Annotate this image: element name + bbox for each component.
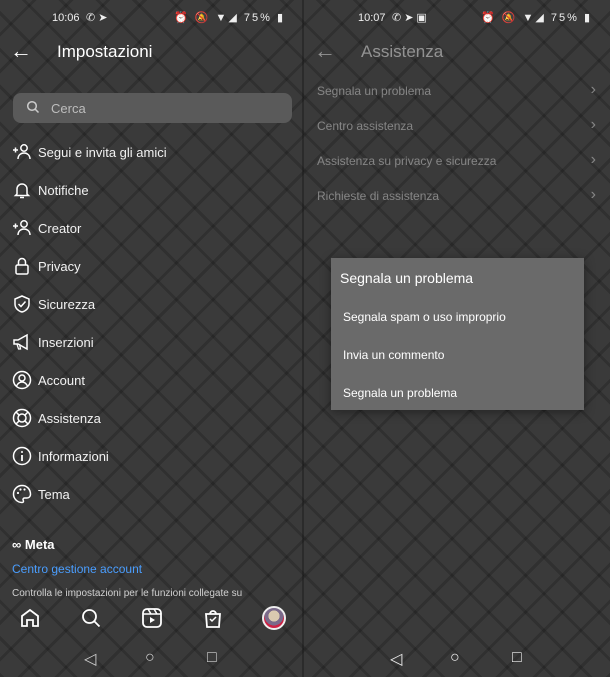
report-problem-dialog: Segnala un problema Segnala spam o uso i… <box>331 258 584 410</box>
help-item-support-requests[interactable]: Richieste di assistenza › <box>304 177 610 212</box>
profile-avatar[interactable] <box>262 606 286 630</box>
menu-item-ads[interactable]: Inserzioni <box>0 323 303 361</box>
bell-icon <box>13 183 31 199</box>
info-icon <box>12 446 32 466</box>
menu-item-security[interactable]: Sicurezza <box>0 285 303 323</box>
menu-item-label: Notifiche <box>38 183 89 198</box>
system-icons: ⏰ 🔕 ▼◢ 75% ▮ <box>480 12 592 24</box>
nav-recents-icon[interactable]: □ <box>512 649 522 667</box>
status-time: 10:07 <box>358 12 386 24</box>
system-nav-bar: ◁ ○ □ <box>304 643 610 673</box>
status-bar: 10:06 ✆➤ ⏰ 🔕 ▼◢ 75% ▮ <box>0 10 303 28</box>
chevron-right-icon: › <box>590 81 596 98</box>
menu-item-label: Informazioni <box>38 449 109 464</box>
search-tab-icon[interactable] <box>79 606 103 630</box>
menu-item-info[interactable]: Informazioni <box>0 437 303 475</box>
account-center-description: Controlla le impostazioni per le funzion… <box>12 588 243 599</box>
dialog-title: Segnala un problema <box>340 270 474 286</box>
search-input[interactable]: Cerca <box>13 93 292 123</box>
account-icon <box>12 370 32 390</box>
search-placeholder: Cerca <box>51 101 86 116</box>
help-item-report-problem[interactable]: Segnala un problema › <box>304 72 610 107</box>
menu-item-follow-invite[interactable]: Segui e invita gli amici <box>0 133 303 171</box>
nav-recents-icon[interactable]: □ <box>207 649 217 667</box>
option-send-feedback[interactable]: Invia un commento <box>343 348 444 362</box>
option-report-problem[interactable]: Segnala un problema <box>343 386 457 400</box>
status-time: 10:06 <box>52 12 80 24</box>
screenshot-stage: 10:06 ✆➤ ⏰ 🔕 ▼◢ 75% ▮ ← Impostazioni Cer… <box>0 0 610 677</box>
menu-item-label: Privacy <box>38 259 81 274</box>
help-options-list: Segnala un problema › Centro assistenza › … <box>304 72 610 212</box>
add-person-icon <box>13 220 31 236</box>
lifebuoy-icon <box>12 408 32 428</box>
menu-item-creator[interactable]: Creator <box>0 209 303 247</box>
system-icons: ⏰ 🔕 ▼◢ 75% ▮ <box>173 12 285 24</box>
home-icon[interactable] <box>18 606 42 630</box>
meta-logo-text: Meta <box>24 537 55 552</box>
chevron-right-icon: › <box>590 186 596 203</box>
help-item-help-center[interactable]: Centro assistenza › <box>304 107 610 142</box>
nav-back-icon[interactable]: ◁ <box>390 649 402 669</box>
header: ← Impostazioni <box>0 38 303 66</box>
menu-item-help[interactable]: Assistenza <box>0 399 303 437</box>
add-person-icon <box>13 144 31 160</box>
shield-icon <box>14 295 30 313</box>
shop-icon[interactable] <box>201 606 225 630</box>
nav-back-icon[interactable]: ◁ <box>84 649 96 669</box>
meta-infinity-icon: ∞ <box>12 537 22 552</box>
chevron-right-icon: › <box>590 116 596 133</box>
reels-icon[interactable] <box>140 606 164 630</box>
menu-item-label: Sicurezza <box>38 297 96 312</box>
header: ← Assistenza <box>304 38 610 66</box>
menu-item-label: Assistenza <box>38 411 101 426</box>
search-icon <box>26 100 40 114</box>
menu-item-label: Tema <box>38 487 70 502</box>
menu-item-privacy[interactable]: Privacy <box>0 247 303 285</box>
menu-item-label: Creator <box>38 221 82 236</box>
help-item-label: Centro assistenza <box>317 119 414 133</box>
back-arrow-icon[interactable]: ← <box>10 38 32 64</box>
back-arrow-icon[interactable]: ← <box>314 38 336 64</box>
menu-item-label: Inserzioni <box>38 335 94 350</box>
menu-item-account[interactable]: Account <box>0 361 303 399</box>
menu-item-theme[interactable]: Tema <box>0 475 303 513</box>
notification-icons: ✆➤ <box>86 12 111 24</box>
meta-logo: ∞ Meta <box>12 537 55 552</box>
notification-icons: ✆➤▣ <box>392 12 430 24</box>
status-bar: 10:07 ✆➤▣ ⏰ 🔕 ▼◢ 75% ▮ <box>304 10 610 28</box>
palette-icon <box>12 484 32 504</box>
page-title: Impostazioni <box>57 42 153 61</box>
help-item-privacy-security[interactable]: Assistenza su privacy e sicurezza › <box>304 142 610 177</box>
menu-item-label: Account <box>38 373 85 388</box>
help-item-label: Assistenza su privacy e sicurezza <box>317 154 497 168</box>
account-center-link[interactable]: Centro gestione account <box>12 562 142 576</box>
settings-screen: 10:06 ✆➤ ⏰ 🔕 ▼◢ 75% ▮ ← Impostazioni Cer… <box>0 0 303 677</box>
option-report-spam[interactable]: Segnala spam o uso improprio <box>343 310 506 324</box>
chevron-right-icon: › <box>590 151 596 168</box>
lock-icon <box>15 257 29 275</box>
settings-menu: Segui e invita gli amici Notifiche Creat… <box>0 133 303 513</box>
system-nav-bar: ◁ ○ □ <box>0 643 303 673</box>
help-item-label: Richieste di assistenza <box>317 189 440 203</box>
megaphone-icon <box>13 333 28 351</box>
nav-home-icon[interactable]: ○ <box>145 649 155 667</box>
bottom-tab-bar <box>0 606 303 636</box>
menu-item-label: Segui e invita gli amici <box>38 145 167 160</box>
nav-home-icon[interactable]: ○ <box>450 649 460 667</box>
battery-level: 75% <box>550 12 579 24</box>
help-item-label: Segnala un problema <box>317 84 432 98</box>
menu-item-notifications[interactable]: Notifiche <box>0 171 303 209</box>
page-title: Assistenza <box>361 42 444 61</box>
battery-level: 75% <box>243 12 272 24</box>
